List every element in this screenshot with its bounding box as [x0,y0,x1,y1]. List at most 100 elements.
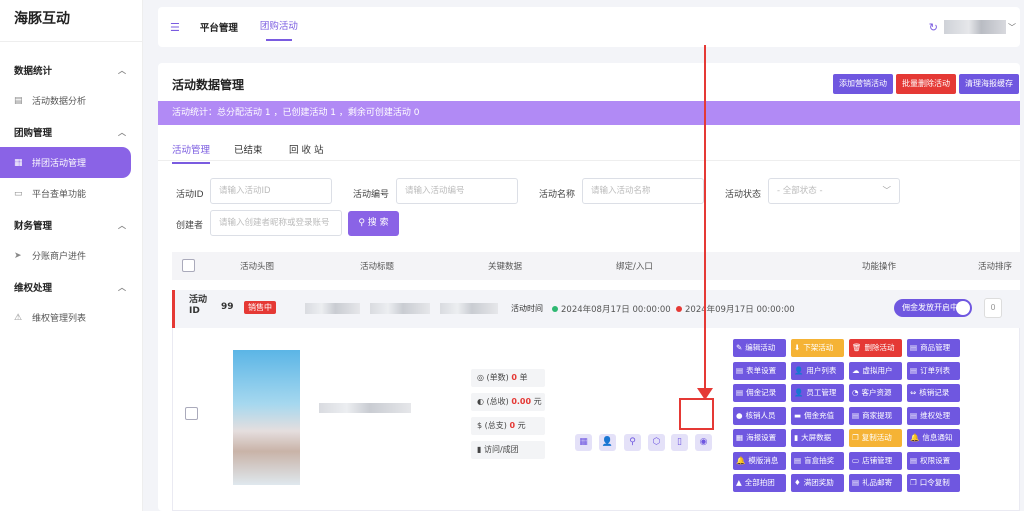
app-logo: 海豚互动 [0,0,142,42]
action-label: 权限设置 [920,455,951,465]
action-button[interactable]: ▲ 全部拍团 [733,474,786,492]
action-label: 员工管理 [806,388,837,397]
action-button[interactable]: ◔ 客户资源 [849,384,902,402]
action-label: 表单设置 [746,365,777,375]
user-avatar[interactable] [944,20,1006,34]
action-button[interactable]: ▤ 商品管理 [907,339,960,357]
action-icon: ● [736,410,743,420]
action-icon: ☁ [852,365,860,375]
start-dot-icon [552,306,558,312]
qrcode-icon[interactable]: ▦ [575,434,592,451]
action-label: 订单列表 [920,365,951,375]
sidebar-group-groupbuy[interactable]: 团购管理 ︿ [0,117,142,147]
user-icon[interactable]: 👤 [599,434,616,451]
action-icon: ❐ [910,478,917,487]
chevron-up-icon: ︿ [118,282,126,292]
action-button[interactable]: 🔔 模版消息 [733,451,786,470]
doc-icon: ▤ [14,95,23,106]
user-tree-icon[interactable]: ⚲ [624,434,641,451]
action-button[interactable]: ▤ 佣金记录 [733,384,786,402]
activity-code-input[interactable]: 请输入活动编号 [396,178,518,204]
batch-delete-button[interactable]: 批量删除活动 [896,74,956,94]
filter-code-label: 活动编号 [353,190,390,200]
action-button[interactable]: ▤ 维权处理 [907,406,960,425]
add-activity-button[interactable]: 添加营销活动 [833,74,893,94]
col-header-actions: 功能操作 [862,262,897,272]
action-button[interactable]: ⇔ 核销记录 [907,384,960,402]
blurred-text [305,303,360,314]
tab-ended[interactable]: 已结束 [234,142,263,156]
stats-banner: 活动统计：总分配活动 1 ，已创建活动 1 ，剩余可创建活动 0 [158,101,1020,125]
sort-input[interactable]: 0 [984,298,1002,318]
action-button[interactable]: 👤 用户列表 [791,361,844,380]
sidebar-group-rights[interactable]: 维权处理 ︿ [0,272,142,302]
activity-id-input[interactable]: 请输入活动ID [210,178,332,204]
grid-doc-icon: ▦ [14,157,23,168]
action-label: 佣金充值 [804,410,835,420]
clear-poster-cache-button[interactable]: 清理海报缓存 [959,74,1019,94]
action-icon: ❐ [852,433,859,442]
action-icon: ▤ [736,388,744,397]
cube-icon[interactable]: ⬡ [648,434,665,451]
row-checkbox[interactable] [185,407,198,420]
sidebar-item-order-lookup[interactable]: ▭ 平台查单功能 [0,178,131,209]
end-dot-icon [676,306,682,312]
status-badge: 销售中 [244,301,276,314]
tab-activity-manage[interactable]: 活动管理 [172,142,211,164]
refresh-icon[interactable]: ↻ [929,21,938,34]
stat-visits: ▮ 访问/成团 [471,441,545,459]
action-button[interactable]: ▤ 盲盒抽奖 [791,451,844,470]
sidebar-group-stats[interactable]: 数据统计 ︿ [0,55,142,85]
action-button[interactable]: ♦ 满团奖励 [791,474,844,492]
action-button[interactable]: 👤 员工管理 [791,384,844,402]
folder-icon: ▭ [14,188,23,199]
action-icon: ▭ [852,455,860,465]
sidebar-group-finance[interactable]: 财务管理 ︿ [0,210,142,240]
col-header-binding: 绑定/入口 [616,262,653,272]
tab-recycle-bin[interactable]: 回 收 站 [289,142,324,156]
commission-toggle[interactable]: 佣金发放开启中 [894,299,972,317]
share-icon[interactable]: ◉ [695,434,712,451]
sidebar-item-activity-analysis[interactable]: ▤ 活动数据分析 [0,85,131,116]
select-all-checkbox[interactable] [182,259,195,272]
action-label: 大屏数据 [801,433,832,442]
action-button[interactable]: ▤ 礼品邮寄 [849,474,902,492]
search-button[interactable]: ⚲ 搜 索 [348,211,399,236]
action-icon: ▬ [794,410,802,420]
action-button[interactable]: ● 核销人员 [733,406,786,425]
topnav-groupbuy[interactable]: 团购活动 [260,7,298,47]
topnav-platform[interactable]: 平台管理 [200,20,238,34]
mobile-icon[interactable]: ▯ [671,434,688,451]
action-button[interactable]: ▤ 权限设置 [907,451,960,470]
action-icon: ▤ [852,410,860,420]
action-button[interactable]: ▦ 海报设置 [733,429,786,447]
action-button[interactable]: 🗑 删除活动 [849,339,902,357]
action-label: 编辑活动 [745,343,776,352]
action-icon: ▮ [794,433,799,442]
action-button[interactable]: ✎ 编辑活动 [733,339,786,357]
action-button[interactable]: ❐ 复制活动 [849,429,902,447]
action-button[interactable]: ⬇ 下架活动 [791,339,844,357]
action-button[interactable]: ❐ 口令复制 [907,474,960,492]
activity-name-input[interactable]: 请输入活动名称 [582,178,704,204]
search-icon: ⚲ [358,218,365,228]
sidebar-item-groupbuy-manage[interactable]: ▦ 拼团活动管理 [0,147,131,178]
sidebar-item-merchant-onboarding[interactable]: ➤ 分账商户进件 [0,240,131,271]
action-button[interactable]: ▤ 表单设置 [733,361,786,380]
action-button[interactable]: ▤ 订单列表 [907,361,960,380]
action-icon: ▤ [794,455,802,465]
creator-input[interactable]: 请输入创建者昵称或登录账号 [210,210,342,236]
action-button[interactable]: ☁ 虚拟用户 [849,361,902,380]
action-icon: ▤ [736,365,744,375]
action-button[interactable]: 🔔 信息通知 [907,429,960,447]
menu-icon[interactable]: ☰ [170,21,180,34]
chevron-down-icon[interactable]: ﹀ [1008,22,1016,33]
sidebar-item-rights-list[interactable]: ⚠ 维权管理列表 [0,302,131,333]
action-button[interactable]: ▮ 大屏数据 [791,429,844,447]
action-button[interactable]: ▬ 佣金充值 [791,406,844,425]
action-button[interactable]: ▤ 商家提现 [849,406,902,425]
action-label: 维权处理 [920,410,951,420]
activity-status-select[interactable]: - 全部状态 - ﹀ [768,178,900,204]
action-button[interactable]: ▭ 店铺管理 [849,451,902,470]
blurred-title [319,403,411,413]
